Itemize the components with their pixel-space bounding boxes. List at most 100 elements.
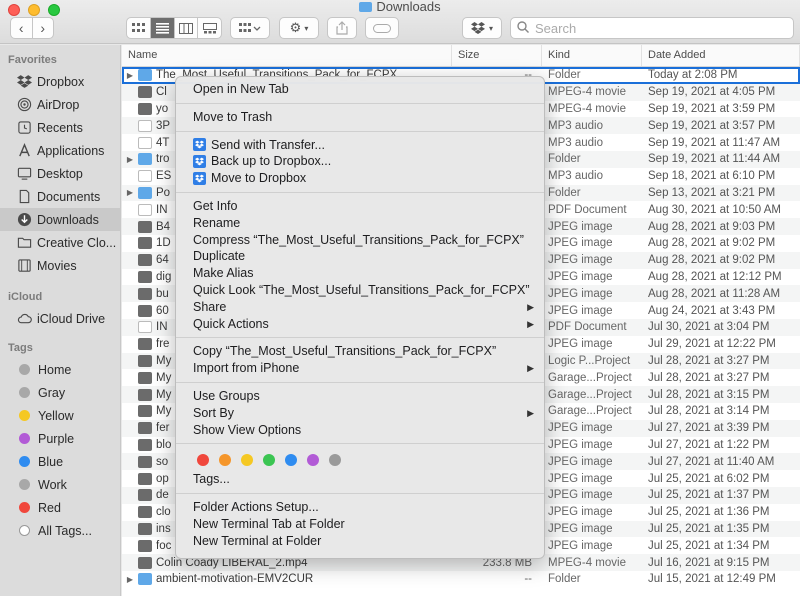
search-field[interactable]: Search — [510, 17, 794, 39]
tag-color-dot — [19, 364, 30, 375]
search-icon — [517, 20, 529, 36]
file-name: 64 — [156, 254, 169, 267]
file-kind: JPEG image — [548, 522, 613, 535]
group-by-button[interactable] — [230, 17, 270, 39]
dropbox-toolbar-button[interactable]: ▾ — [462, 17, 502, 39]
menu-item-move-to-trash[interactable]: Move to Trash — [176, 109, 544, 126]
thumbnail-icon — [138, 254, 152, 267]
icon-view-button[interactable] — [127, 18, 150, 38]
menu-item-new-terminal-tab-at-folder[interactable]: New Terminal Tab at Folder — [176, 516, 544, 533]
tag-color-option[interactable] — [197, 454, 209, 467]
menu-item-share[interactable]: Share ▶ — [176, 299, 544, 316]
file-row[interactable]: ▶ ambient-motivation-EMV2CUR -- Folder Jul 1… — [122, 571, 800, 588]
sidebar-item-airdrop[interactable]: AirDrop — [0, 93, 120, 116]
sidebar-item-creative-clo[interactable]: Creative Clo... — [0, 231, 120, 254]
cloud-icon — [16, 311, 32, 327]
menu-item-get-info[interactable]: Get Info — [176, 198, 544, 215]
menu-item-make-alias[interactable]: Make Alias — [176, 265, 544, 282]
file-date-added: Aug 28, 2021 at 12:12 PM — [648, 270, 782, 283]
sidebar-section-tags: Tags — [8, 342, 33, 354]
tag-color-option[interactable] — [307, 454, 319, 467]
menu-item-rename[interactable]: Rename — [176, 215, 544, 232]
back-button[interactable]: ‹ — [11, 18, 32, 38]
menu-item-label: Tags... — [193, 472, 230, 487]
forward-button[interactable]: › — [31, 18, 54, 38]
sidebar-item-applications[interactable]: Applications — [0, 139, 120, 162]
file-kind: JPEG image — [548, 472, 613, 485]
menu-item-quick-look-the-most-useful-transitions-p[interactable]: Quick Look “The_Most_Useful_Transitions_… — [176, 282, 544, 299]
sidebar-tag-home[interactable]: Home — [0, 358, 120, 381]
tag-color-option[interactable] — [329, 454, 341, 467]
column-header-size[interactable]: Size — [452, 45, 542, 66]
disclosure-triangle-icon[interactable]: ▶ — [122, 155, 138, 164]
file-name: Cl — [156, 86, 167, 99]
menu-item-import-from-iphone[interactable]: Import from iPhone ▶ — [176, 360, 544, 377]
file-date-added: Jul 25, 2021 at 1:37 PM — [648, 489, 770, 502]
sidebar-item-recents[interactable]: Recents — [0, 116, 120, 139]
document-icon — [138, 119, 152, 132]
window-title-text: Downloads — [376, 0, 441, 14]
menu-item-back-up-to-dropbox[interactable]: Back up to Dropbox... — [176, 153, 544, 170]
menu-item-compress-the-most-useful-transitions-pac[interactable]: Compress “The_Most_Useful_Transitions_Pa… — [176, 232, 544, 249]
menu-item-duplicate[interactable]: Duplicate — [176, 248, 544, 265]
sidebar-tag-work[interactable]: Work — [0, 473, 120, 496]
column-header-date-added[interactable]: Date Added — [642, 45, 800, 66]
sidebar-tag-all-tags[interactable]: All Tags... — [0, 519, 120, 542]
sidebar: Favorites Dropbox AirDrop Recents Applicati… — [0, 45, 121, 596]
tag-color-option[interactable] — [241, 454, 253, 467]
sidebar-tag-red[interactable]: Red — [0, 496, 120, 519]
menu-item-copy-the-most-useful-transitions-pack-fo[interactable]: Copy “The_Most_Useful_Transitions_Pack_f… — [176, 343, 544, 360]
sidebar-tag-gray[interactable]: Gray — [0, 381, 120, 404]
column-header-name[interactable]: Name — [122, 45, 452, 66]
file-kind: JPEG image — [548, 422, 613, 435]
share-button[interactable] — [327, 17, 357, 39]
file-date-added: Jul 27, 2021 at 11:40 AM — [648, 455, 775, 468]
menu-item-show-view-options[interactable]: Show View Options — [176, 422, 544, 439]
disclosure-triangle-icon[interactable]: ▶ — [122, 188, 138, 197]
folder-icon — [138, 153, 152, 166]
sidebar-item-desktop[interactable]: Desktop — [0, 162, 120, 185]
menu-item-folder-actions-setup[interactable]: Folder Actions Setup... — [176, 499, 544, 516]
column-view-button[interactable] — [173, 18, 198, 38]
tag-color-option[interactable] — [285, 454, 297, 467]
menu-item-tags[interactable]: Tags... — [176, 471, 544, 488]
menu-item-open-in-new-tab[interactable]: Open in New Tab — [176, 81, 544, 98]
sidebar-tag-label: Home — [38, 362, 72, 377]
tag-color-option[interactable] — [219, 454, 231, 467]
file-name: 4T — [156, 136, 170, 149]
sidebar-item-downloads[interactable]: Downloads — [0, 208, 120, 231]
chevron-down-icon: ▾ — [304, 23, 309, 33]
file-date-added: Jul 28, 2021 at 3:27 PM — [648, 354, 770, 367]
tag-color-option[interactable] — [263, 454, 275, 467]
gallery-view-button[interactable] — [197, 18, 221, 38]
sidebar-item-icloud-drive[interactable]: iCloud Drive — [0, 307, 120, 330]
file-kind: PDF Document — [548, 203, 627, 216]
file-name: ES — [156, 170, 172, 183]
menu-item-move-to-dropbox[interactable]: Move to Dropbox — [176, 170, 544, 187]
list-view-button[interactable] — [149, 18, 174, 38]
menu-item-sort-by[interactable]: Sort By ▶ — [176, 405, 544, 422]
sidebar-item-movies[interactable]: Movies — [0, 254, 120, 277]
document-icon — [138, 170, 152, 183]
menu-item-send-with-transfer[interactable]: Send with Transfer... — [176, 137, 544, 154]
sidebar-tag-purple[interactable]: Purple — [0, 427, 120, 450]
thumbnail-icon — [138, 270, 152, 283]
file-date-added: Jul 15, 2021 at 12:49 PM — [648, 573, 776, 586]
menu-item-label: Copy “The_Most_Useful_Transitions_Pack_f… — [193, 344, 497, 359]
file-name: yo — [156, 102, 169, 115]
column-header-kind[interactable]: Kind — [542, 45, 642, 66]
edit-tags-button[interactable] — [365, 17, 399, 39]
sidebar-item-dropbox[interactable]: Dropbox — [0, 70, 120, 93]
menu-item-new-terminal-at-folder[interactable]: New Terminal at Folder — [176, 533, 544, 550]
thumbnail-icon — [138, 102, 152, 115]
menu-item-quick-actions[interactable]: Quick Actions ▶ — [176, 316, 544, 333]
action-button[interactable]: ⚙ ▾ — [279, 17, 319, 39]
menu-item-use-groups[interactable]: Use Groups — [176, 388, 544, 405]
disclosure-triangle-icon[interactable]: ▶ — [122, 575, 138, 584]
sidebar-tag-blue[interactable]: Blue — [0, 450, 120, 473]
sidebar-tag-yellow[interactable]: Yellow — [0, 404, 120, 427]
submenu-arrow-icon: ▶ — [527, 301, 534, 312]
disclosure-triangle-icon[interactable]: ▶ — [122, 71, 138, 80]
sidebar-item-documents[interactable]: Documents — [0, 185, 120, 208]
file-date-added: Jul 25, 2021 at 1:35 PM — [648, 522, 770, 535]
